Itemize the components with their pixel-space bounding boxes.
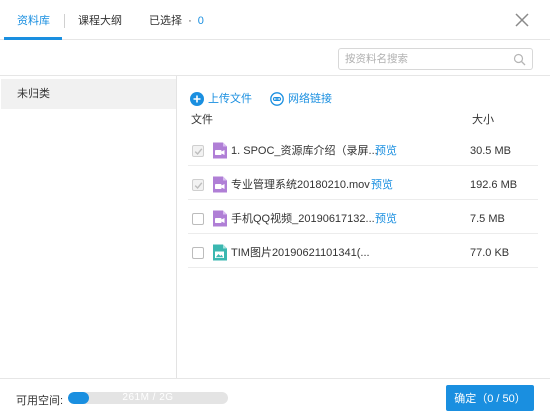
row-checkbox[interactable] — [192, 247, 204, 259]
file-name: TIM图片20190621101341(... — [231, 247, 370, 259]
preview-link[interactable]: 预览 — [371, 178, 393, 192]
dialog-footer: 可用空间: 261M / 2G 确定（0 / 50） — [0, 378, 550, 415]
search-icon[interactable] — [513, 53, 526, 66]
column-header-file: 文件 — [191, 114, 213, 126]
row-checkbox[interactable] — [192, 213, 204, 225]
file-row[interactable]: 手机QQ视频_2019061713​2... 预览 7.5 MB — [188, 204, 538, 234]
tab-library[interactable]: 资料库 — [17, 12, 50, 30]
file-row[interactable]: 1. SPOC_资源库介绍（录屏... 预览 30.5 MB — [188, 136, 538, 166]
file-name: 1. SPOC_资源库介绍（录屏... — [231, 145, 378, 157]
confirm-button[interactable]: 确定（0 / 50） — [446, 385, 534, 411]
active-tab-indicator — [4, 37, 62, 40]
column-header-size: 大小 — [472, 114, 494, 126]
link-icon — [270, 92, 284, 106]
tab-selected-dot: · — [188, 15, 192, 27]
preview-link[interactable]: 预览 — [375, 144, 397, 158]
tab-selected-count: 0 — [197, 15, 204, 27]
storage-progress-bar: 261M / 2G — [68, 392, 228, 404]
preview-link[interactable]: 预览 — [375, 212, 397, 226]
search-box — [338, 48, 533, 70]
tab-syllabus[interactable]: 课程大纲 — [78, 12, 122, 30]
storage-usage-text: 261M / 2G — [122, 392, 174, 403]
checkmark-icon — [194, 148, 203, 156]
plus-circle-icon — [190, 92, 204, 106]
search-input[interactable] — [345, 51, 505, 67]
file-panel: 上传文件 网络链接 文件 大小 1. SPOC_资源库介绍（录屏... 预览 3… — [178, 76, 550, 379]
available-space-label: 可用空间: — [16, 395, 64, 407]
tab-divider — [64, 14, 65, 28]
category-sidebar: 未归类 — [0, 76, 177, 379]
close-icon — [515, 13, 529, 27]
file-size: 77.0 KB — [470, 247, 510, 259]
file-name: 手机QQ视频_2019061713​2... — [231, 213, 375, 225]
close-button[interactable] — [514, 12, 532, 30]
video-file-icon — [213, 210, 227, 227]
file-row[interactable]: TIM图片20190621101341(... 77.0 KB — [188, 238, 538, 268]
file-size: 7.5 MB — [470, 213, 505, 225]
file-size: 30.5 MB — [470, 145, 511, 157]
select-resource-dialog: 资料库 课程大纲 已选择 · 0 未归类 上传文件 网络链接 — [0, 0, 550, 415]
tab-selected[interactable]: 已选择 · 0 — [149, 12, 204, 30]
content-area: 未归类 上传文件 网络链接 文件 大小 1. SPOC_资源库介绍（录屏... … — [0, 75, 550, 379]
video-file-icon — [213, 142, 227, 159]
tab-bar: 资料库 课程大纲 已选择 · 0 — [0, 0, 550, 40]
tab-selected-label: 已选择 — [149, 15, 182, 27]
web-link-label: 网络链接 — [288, 93, 332, 105]
sidebar-item-uncategorized[interactable]: 未归类 — [1, 79, 176, 109]
file-name: 专业管理系统20180210.mov — [231, 179, 370, 191]
video-file-icon — [213, 176, 227, 193]
row-checkbox[interactable] — [192, 179, 204, 191]
checkmark-icon — [194, 182, 203, 190]
row-checkbox[interactable] — [192, 145, 204, 157]
file-size: 192.6 MB — [470, 179, 518, 191]
file-row[interactable]: 专业管理系统20180210.mov 预览 192.6 MB — [188, 170, 538, 200]
upload-file-label: 上传文件 — [208, 93, 252, 105]
image-file-icon — [213, 244, 227, 261]
